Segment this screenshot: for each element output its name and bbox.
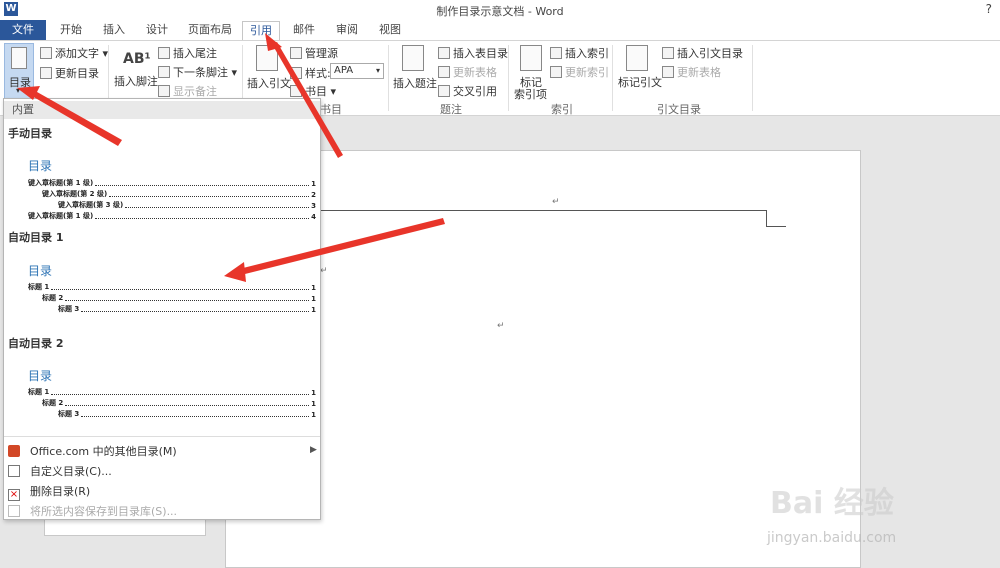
arrow-to-toc-button xyxy=(25,88,122,146)
arrow-to-references-tab xyxy=(272,42,343,158)
baidu-watermark-logo: Bai 经验 xyxy=(770,486,894,521)
arrow-head-auto-toc xyxy=(224,262,246,282)
baidu-watermark-url: jingyan.baidu.com xyxy=(767,530,897,546)
arrow-to-auto-toc xyxy=(235,218,445,276)
